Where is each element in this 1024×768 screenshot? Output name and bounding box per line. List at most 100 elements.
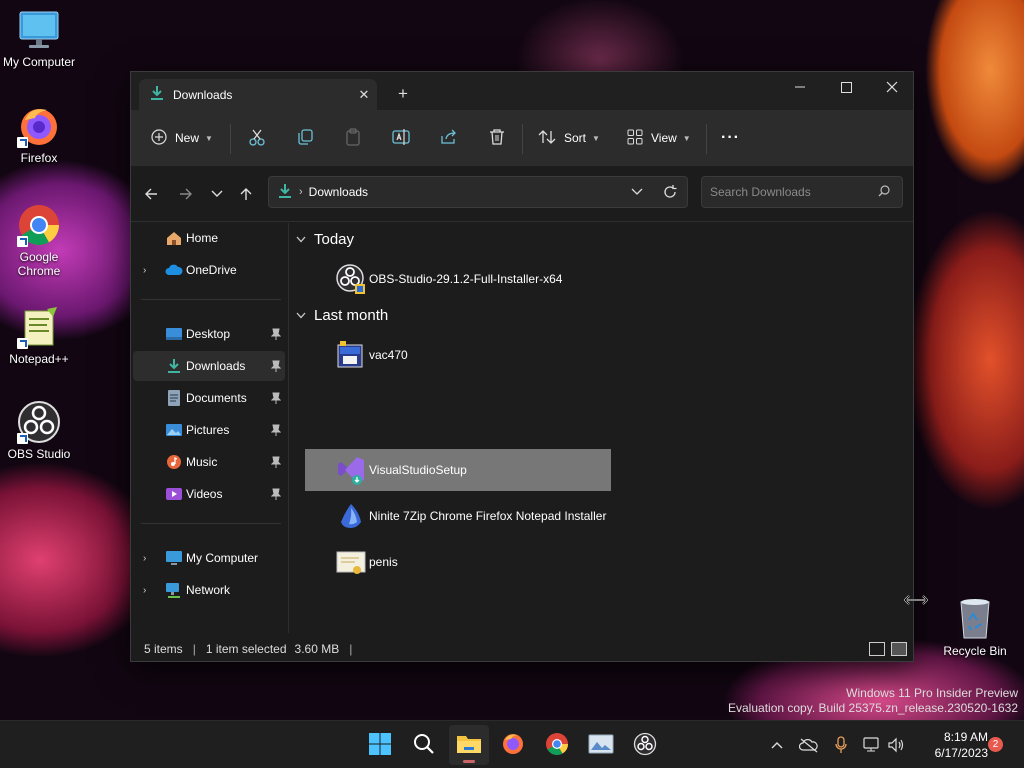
taskbar-photos[interactable]	[581, 725, 621, 765]
desktop-icon-google-chrome[interactable]: Google Chrome	[0, 203, 78, 278]
file-item-penis[interactable]: penis	[305, 541, 398, 583]
tab-title: Downloads	[173, 87, 233, 102]
notification-count-badge[interactable]: 2	[988, 737, 1003, 752]
address-history-chevron-icon[interactable]	[631, 185, 643, 199]
delete-button[interactable]	[488, 124, 506, 152]
chevron-right-icon[interactable]: ›	[143, 265, 146, 276]
pin-icon[interactable]	[270, 392, 282, 404]
sidebar-item-onedrive[interactable]: › OneDrive	[133, 255, 285, 285]
taskbar-firefox[interactable]	[493, 725, 533, 765]
chevron-right-icon[interactable]: ›	[143, 585, 146, 596]
search-input[interactable]	[710, 185, 878, 199]
desktop-icon-recycle-bin[interactable]: Recycle Bin	[940, 596, 1010, 658]
pin-icon[interactable]	[270, 488, 282, 500]
notepad-plus-plus-icon	[17, 305, 61, 349]
desktop-icon-notepad-plus-plus[interactable]: Notepad++	[0, 305, 78, 366]
firefox-icon	[501, 732, 525, 759]
refresh-icon[interactable]	[663, 185, 677, 202]
view-toggle	[869, 642, 907, 656]
file-item-visualstudiosetup[interactable]: VisualStudioSetup	[305, 449, 611, 491]
monitor-icon	[17, 8, 61, 52]
pictures-icon	[165, 422, 183, 438]
show-hidden-icons-chevron-up-icon[interactable]	[767, 735, 787, 755]
file-item-ninite-installer[interactable]: Ninite 7Zip Chrome Firefox Notepad Insta…	[305, 495, 606, 537]
pin-icon[interactable]	[270, 328, 282, 340]
new-tab-button[interactable]: +	[391, 83, 415, 107]
scissors-icon	[248, 128, 266, 149]
desktop-icon-label: Google Chrome	[17, 250, 61, 278]
pin-icon[interactable]	[270, 456, 282, 468]
obs-icon	[633, 732, 657, 759]
recent-locations-button[interactable]	[205, 182, 229, 206]
share-button[interactable]	[440, 124, 458, 152]
more-options-button[interactable]: ···	[721, 124, 740, 152]
desktop-icon-label: Recycle Bin	[943, 644, 1007, 658]
onedrive-offline-icon[interactable]	[799, 735, 819, 755]
file-name: VisualStudioSetup	[369, 463, 467, 477]
up-button[interactable]	[234, 182, 258, 206]
pin-icon[interactable]	[270, 424, 282, 436]
sidebar-item-documents[interactable]: Documents	[133, 383, 285, 413]
search-icon[interactable]	[878, 184, 890, 200]
cut-button[interactable]	[248, 124, 266, 152]
view-button[interactable]: View ▼	[627, 124, 691, 152]
sidebar-item-network[interactable]: › Network	[133, 575, 285, 605]
sidebar-item-videos[interactable]: Videos	[133, 479, 285, 509]
sidebar-item-home[interactable]: Home	[133, 223, 285, 253]
sidebar-item-downloads[interactable]: Downloads	[133, 351, 285, 381]
toolbar-divider	[230, 124, 231, 154]
toolbar-divider	[706, 124, 707, 154]
back-button[interactable]	[139, 182, 163, 206]
desktop-folder-icon	[165, 326, 183, 342]
tab-close-icon[interactable]: ✕	[351, 87, 377, 103]
start-button[interactable]	[360, 725, 400, 765]
volume-icon[interactable]	[886, 735, 906, 755]
pin-icon[interactable]	[270, 360, 282, 372]
desktop-icon-obs-studio[interactable]: OBS Studio	[0, 400, 78, 461]
share-icon	[440, 128, 458, 149]
chevron-right-icon[interactable]: ›	[143, 553, 146, 564]
taskbar-chrome[interactable]	[537, 725, 577, 765]
copy-button[interactable]	[296, 124, 314, 152]
sidebar-item-pictures[interactable]: Pictures	[133, 415, 285, 445]
group-header-today[interactable]: Today	[296, 231, 354, 248]
close-button[interactable]	[869, 72, 913, 102]
windows-logo-icon	[368, 732, 392, 759]
taskbar-obs-studio[interactable]	[625, 725, 665, 765]
rename-button[interactable]	[392, 124, 410, 152]
clock-date: 6/17/2023	[934, 746, 988, 760]
maximize-button[interactable]	[823, 72, 869, 102]
sidebar-item-my-computer[interactable]: › My Computer	[133, 543, 285, 573]
shortcut-arrow-icon	[17, 338, 28, 349]
sidebar-item-desktop[interactable]: Desktop	[133, 319, 285, 349]
new-button[interactable]: New ▼	[151, 124, 213, 152]
clock-time: 8:19 AM	[943, 730, 988, 744]
desktop-icon-my-computer[interactable]: My Computer	[0, 8, 78, 69]
watermark-line-2: Evaluation copy. Build 25375.zn_release.…	[728, 701, 1018, 715]
file-item-obs-installer[interactable]: OBS-Studio-29.1.2-Full-Installer-x64	[305, 258, 562, 300]
tab-downloads[interactable]: Downloads ✕	[139, 79, 377, 110]
address-bar[interactable]: › Downloads	[268, 176, 688, 208]
tiles-view-icon[interactable]	[891, 642, 907, 656]
taskbar-file-explorer[interactable]	[449, 725, 489, 765]
taskbar-search-button[interactable]	[404, 725, 444, 765]
file-item-vac470[interactable]: vac470	[305, 334, 408, 376]
group-header-last-month[interactable]: Last month	[296, 307, 388, 324]
clipboard-icon	[344, 127, 362, 149]
search-box[interactable]	[701, 176, 903, 208]
navigation-pane: Home › OneDrive Desktop Downloads Docume…	[131, 223, 289, 633]
status-bar: 5 items | 1 item selected 3.60 MB |	[131, 634, 913, 661]
network-status-icon[interactable]	[862, 735, 882, 755]
sort-button[interactable]: Sort ▼	[538, 124, 600, 152]
desktop-icon-firefox[interactable]: Firefox	[0, 104, 78, 165]
breadcrumb-downloads[interactable]: Downloads	[309, 185, 368, 199]
chrome-icon	[545, 732, 569, 759]
microphone-icon[interactable]	[831, 735, 851, 755]
details-view-icon[interactable]	[869, 642, 885, 656]
minimize-button[interactable]	[777, 72, 823, 102]
sidebar-item-music[interactable]: Music	[133, 447, 285, 477]
system-clock[interactable]: 8:19 AM 6/17/2023	[912, 729, 988, 761]
forward-button[interactable]	[174, 182, 198, 206]
file-name: penis	[369, 555, 398, 569]
paste-button[interactable]	[344, 124, 362, 152]
